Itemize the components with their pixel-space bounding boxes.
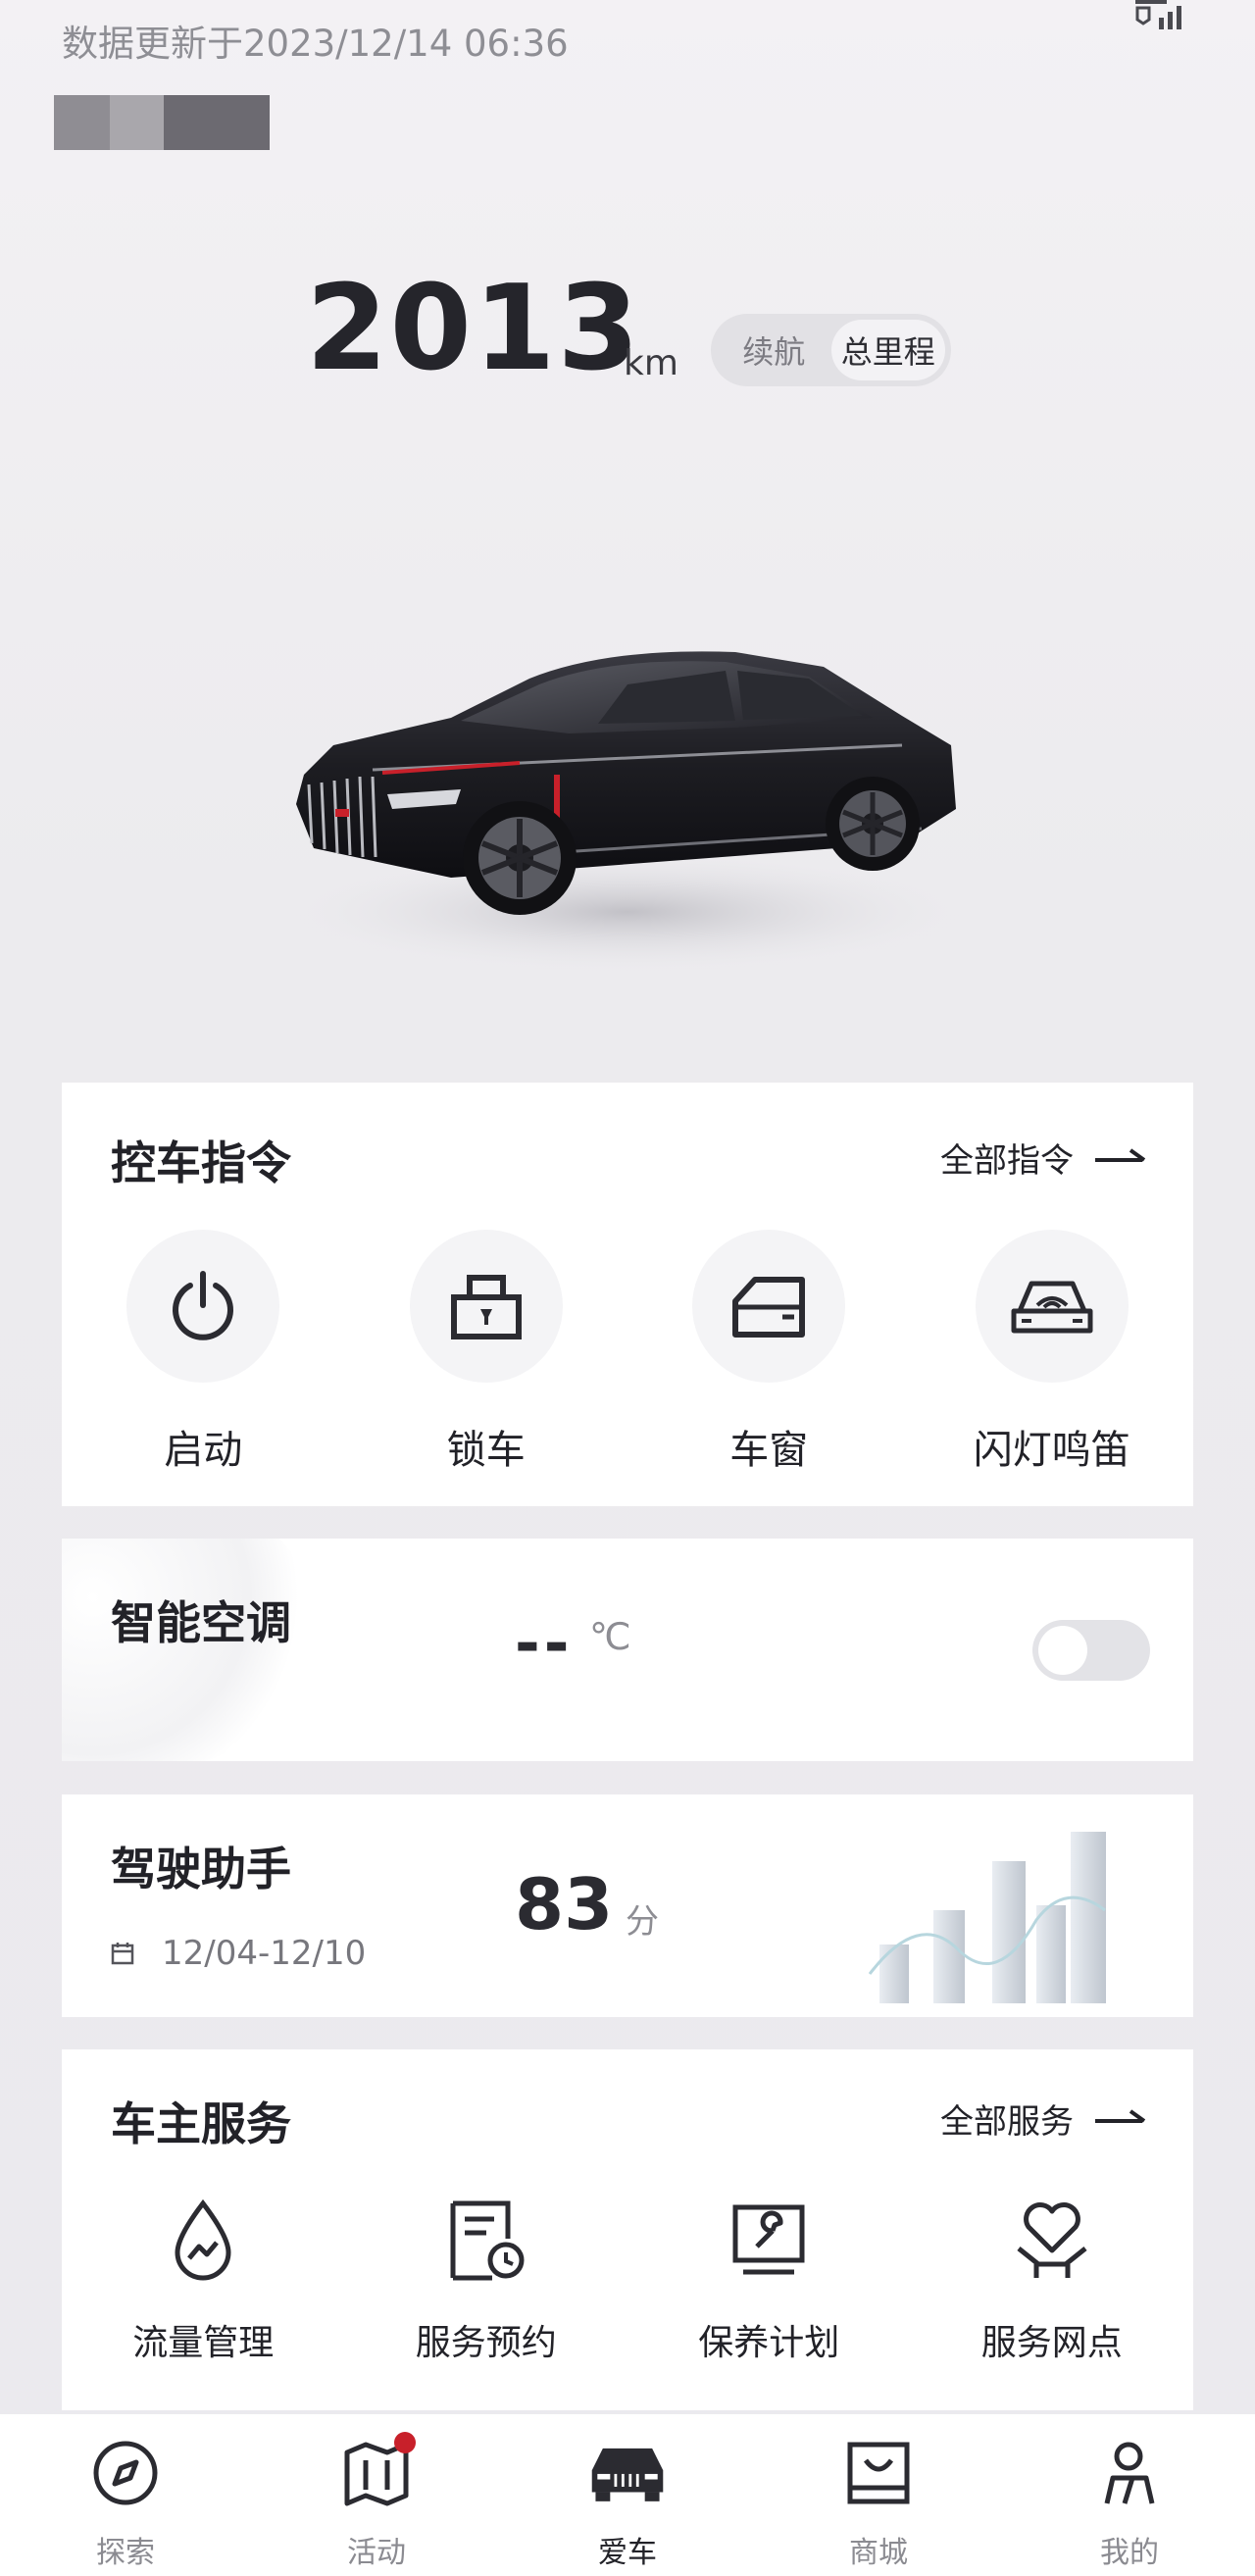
service-points-label: 服务网点 [980, 2323, 1123, 2363]
control-window-label: 车窗 [729, 1428, 809, 1473]
owner-services-card: 车主服务 全部服务 流量管理 服务预约 保养计划 服务网点 [62, 2049, 1193, 2410]
tab-explore[interactable]: 探索 [0, 2414, 251, 2576]
tab-mall[interactable]: 商城 [753, 2414, 1004, 2576]
drive-score-unit: 分 [626, 1902, 659, 1942]
service-maintenance-label: 保养计划 [698, 2323, 840, 2363]
power-icon [126, 1230, 280, 1383]
ac-title: 智能空调 [111, 1596, 291, 1649]
service-point-icon [1008, 2197, 1096, 2285]
control-horn-button[interactable]: 闪灯鸣笛 [911, 1230, 1194, 1475]
car-icon [588, 2434, 667, 2512]
tab-explore-label: 探索 [96, 2536, 155, 2570]
service-points[interactable]: 服务网点 [911, 2197, 1194, 2365]
maintenance-icon [725, 2197, 813, 2285]
control-start-label: 启动 [164, 1428, 243, 1473]
control-horn-label: 闪灯鸣笛 [973, 1428, 1130, 1473]
person-icon [1090, 2434, 1169, 2512]
vehicle-control-card: 控车指令 全部指令 启动 锁车 车窗 闪灯鸣笛 [62, 1083, 1193, 1506]
control-lock-label: 锁车 [446, 1428, 526, 1473]
mileage-mode-toggle[interactable]: 续航 总里程 [711, 314, 951, 386]
tab-mine-label: 我的 [1100, 2536, 1159, 2570]
arrow-right-icon [1095, 2108, 1146, 2123]
horn-light-icon [975, 1230, 1129, 1383]
control-lock-button[interactable]: 锁车 [345, 1230, 628, 1475]
services-title: 车主服务 [111, 2097, 291, 2150]
service-data-label: 流量管理 [132, 2323, 275, 2363]
mode-range-option[interactable]: 续航 [717, 320, 831, 380]
drive-date-range: 12/04-12/10 [162, 1934, 367, 1973]
service-maintenance[interactable]: 保养计划 [628, 2197, 911, 2365]
lock-icon [409, 1230, 563, 1383]
tab-activity[interactable]: 活动 [251, 2414, 502, 2576]
booking-icon [442, 2197, 530, 2285]
window-icon [692, 1230, 846, 1383]
calendar-icon [111, 1943, 134, 1965]
license-plate-masked [54, 95, 270, 150]
drive-title: 驾驶助手 [111, 1843, 291, 1895]
service-booking[interactable]: 服务预约 [345, 2197, 628, 2365]
tab-mine[interactable]: 我的 [1004, 2414, 1255, 2576]
update-time: 数据更新于2023/12/14 06:36 [62, 23, 569, 65]
tab-my-car[interactable]: 爱车 [502, 2414, 753, 2576]
driving-assistant-card[interactable]: 驾驶助手 12/04-12/10 83 分 [62, 1794, 1193, 2017]
tab-my-car-label: 爱车 [598, 2536, 657, 2570]
control-title: 控车指令 [111, 1136, 291, 1189]
all-commands-link[interactable]: 全部指令 [940, 1134, 1146, 1182]
mileage-value: 2013 [306, 261, 641, 397]
ac-temperature-unit: ℃ [589, 1615, 631, 1658]
tab-mall-label: 商城 [849, 2536, 908, 2570]
activity-badge-dot [394, 2432, 416, 2453]
bottom-tab-bar: 探索 活动 爱车 商城 我的 [0, 2414, 1255, 2576]
all-services-link[interactable]: 全部服务 [940, 2095, 1146, 2143]
car-image[interactable] [275, 608, 980, 1020]
mileage-unit: km [624, 343, 678, 383]
control-window-button[interactable]: 车窗 [628, 1230, 911, 1475]
control-start-button[interactable]: 启动 [62, 1230, 345, 1475]
tab-activity-label: 活动 [347, 2536, 406, 2570]
service-data-management[interactable]: 流量管理 [62, 2197, 345, 2365]
compass-icon [86, 2434, 165, 2512]
bag-icon [839, 2434, 918, 2512]
ac-toggle-knob [1038, 1626, 1087, 1675]
drive-date-row: 12/04-12/10 [111, 1934, 366, 1973]
all-commands-label: 全部指令 [940, 1141, 1074, 1181]
all-services-label: 全部服务 [940, 2102, 1074, 2142]
driving-chart-illustration [868, 1832, 1106, 2003]
data-drop-icon [159, 2197, 247, 2285]
network-status-icon[interactable] [1135, 0, 1194, 39]
mode-total-option[interactable]: 总里程 [830, 320, 945, 380]
drive-score: 83 [515, 1863, 614, 1945]
smart-ac-card[interactable]: 智能空调 -- ℃ [62, 1539, 1193, 1761]
ac-temperature: -- [515, 1607, 574, 1679]
service-booking-label: 服务预约 [415, 2323, 557, 2363]
arrow-right-icon [1095, 1147, 1146, 1162]
ac-toggle[interactable] [1032, 1620, 1150, 1681]
